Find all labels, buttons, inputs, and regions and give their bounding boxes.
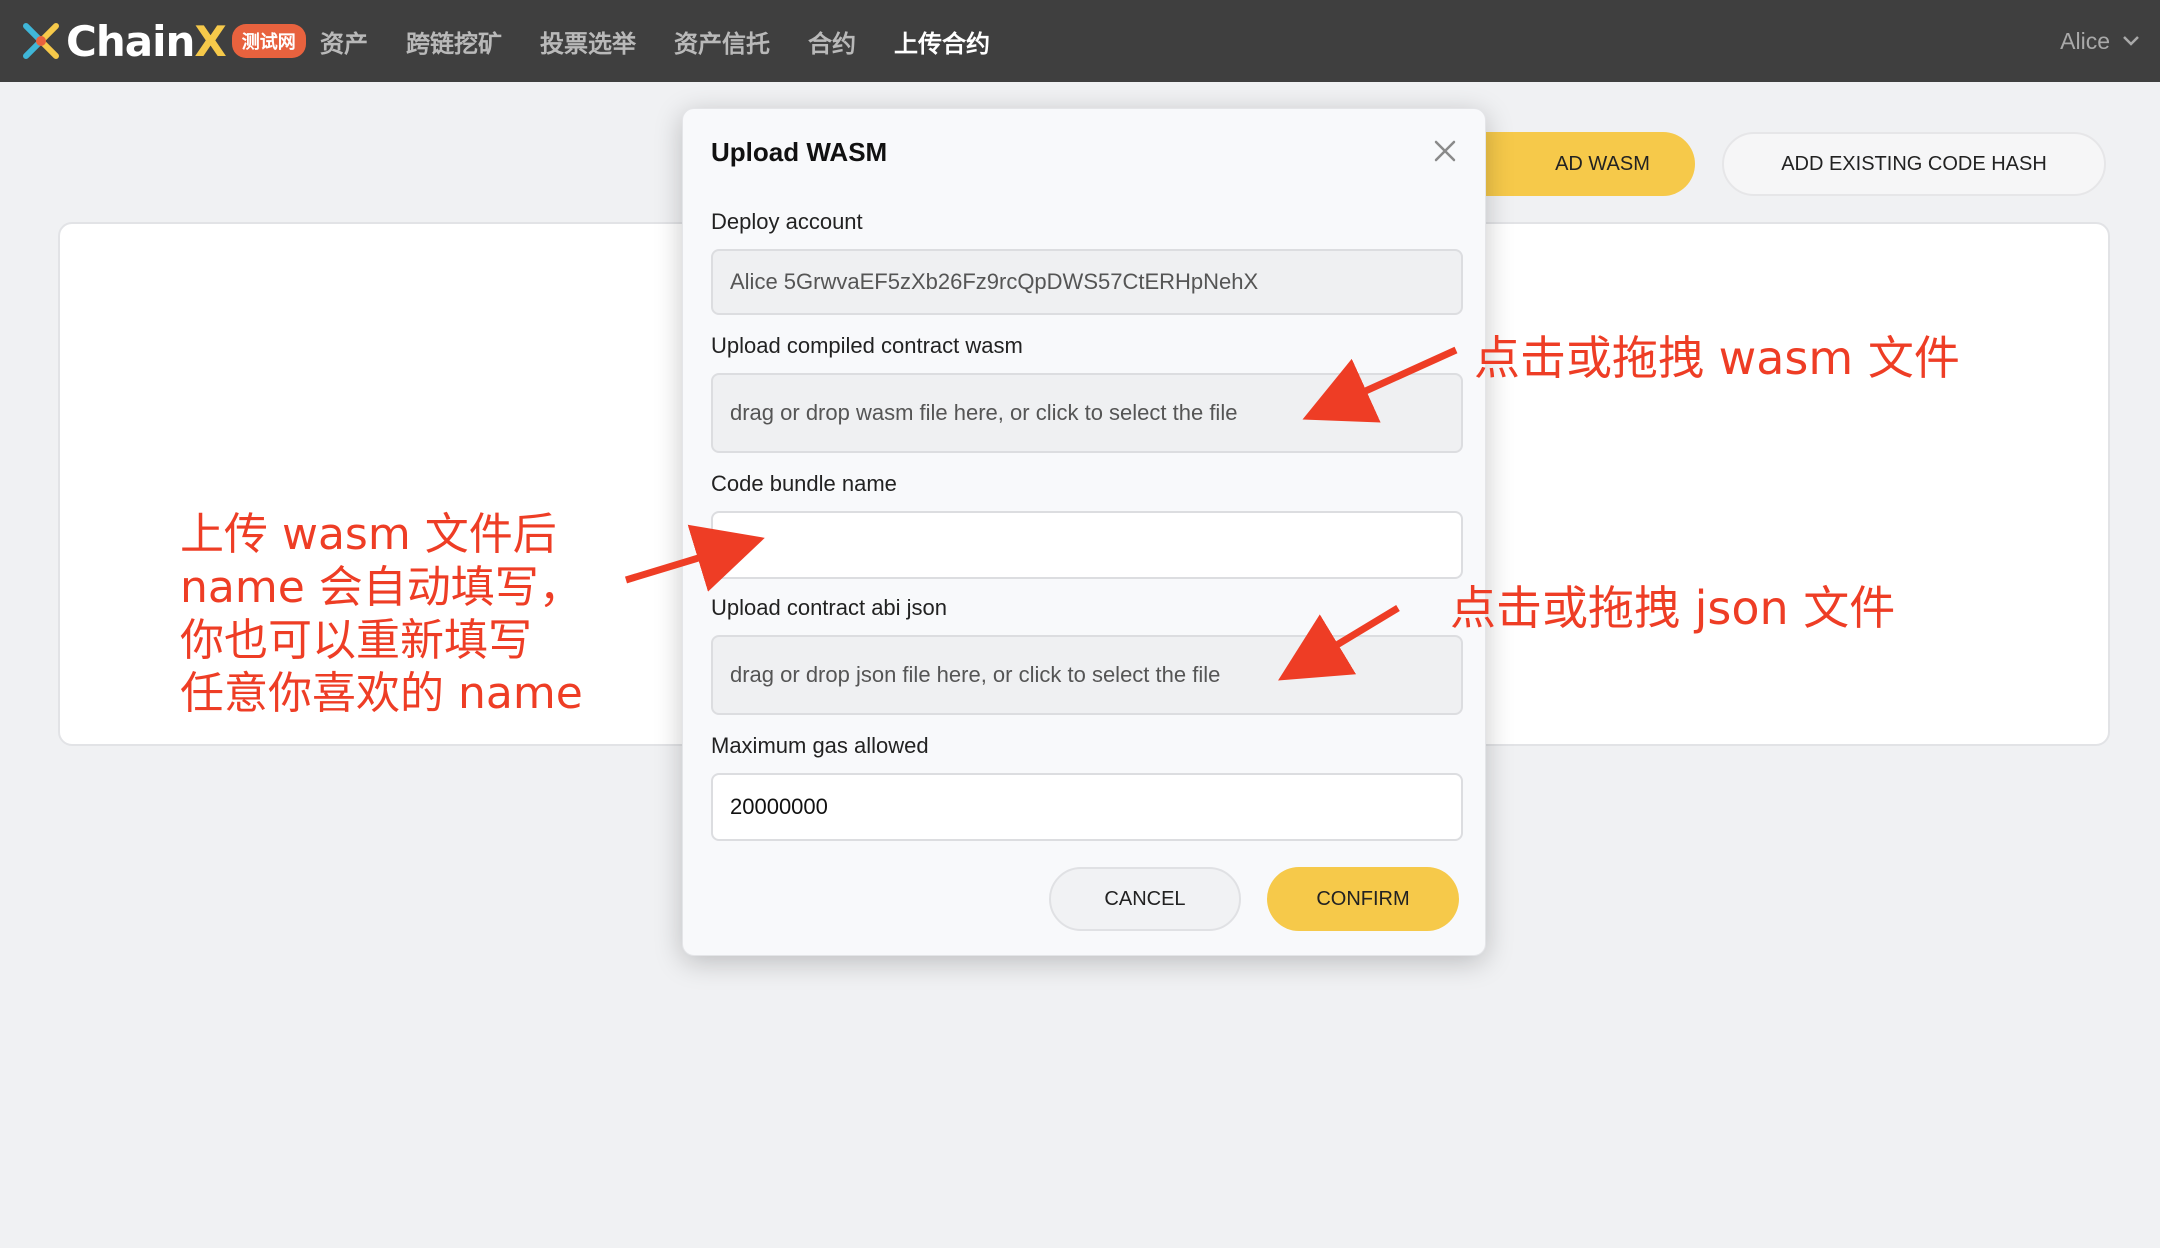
- main-nav: 资产 跨链挖矿 投票选举 资产信托 合约 上传合约: [320, 0, 1028, 82]
- testnet-badge: 测试网: [231, 24, 306, 58]
- nav-item-upload-contract[interactable]: 上传合约: [894, 24, 990, 59]
- nav-item-voting[interactable]: 投票选举: [540, 24, 636, 59]
- account-menu[interactable]: Alice: [2060, 0, 2140, 82]
- nav-item-assets[interactable]: 资产: [320, 24, 368, 59]
- cancel-button[interactable]: CANCEL: [1049, 867, 1241, 931]
- abi-json-dropzone[interactable]: drag or drop json file here, or click to…: [711, 635, 1463, 715]
- add-existing-code-hash-button[interactable]: ADD EXISTING CODE HASH: [1722, 132, 2106, 196]
- close-icon[interactable]: [1427, 133, 1463, 169]
- account-name: Alice: [2060, 27, 2110, 54]
- chainx-logo-icon: [23, 23, 59, 59]
- abi-upload-label: Upload contract abi json: [711, 595, 948, 620]
- wasm-upload-label: Upload compiled contract wasm: [711, 333, 1023, 358]
- nav-item-asset-trust[interactable]: 资产信托: [674, 24, 770, 59]
- annotation-name-hint: 上传 wasm 文件后 name 会自动填写， 你也可以重新填写 任意你喜欢的 …: [180, 509, 583, 719]
- code-bundle-name-input[interactable]: [711, 511, 1463, 579]
- nav-item-cross-chain-mining[interactable]: 跨链挖矿: [406, 24, 502, 59]
- confirm-button[interactable]: CONFIRM: [1267, 867, 1459, 931]
- annotation-wasm-hint: 点击或拖拽 wasm 文件: [1474, 331, 1960, 385]
- nav-item-contract[interactable]: 合约: [808, 24, 856, 59]
- code-bundle-name-label: Code bundle name: [711, 471, 897, 496]
- modal-title: Upload WASM: [711, 137, 888, 167]
- annotation-json-hint: 点击或拖拽 json 文件: [1450, 581, 1896, 635]
- max-gas-input[interactable]: 20000000: [711, 773, 1463, 841]
- wasm-dropzone[interactable]: drag or drop wasm file here, or click to…: [711, 373, 1463, 453]
- deploy-account-label: Deploy account: [711, 209, 863, 234]
- upload-wasm-modal: Upload WASM Deploy account Alice 5GrwvaE…: [682, 108, 1486, 956]
- chevron-down-icon: [2123, 36, 2139, 46]
- logo-text: ChainX: [66, 16, 227, 66]
- chainx-logo[interactable]: ChainX 测试网: [20, 14, 306, 68]
- top-navbar: ChainX 测试网 资产 跨链挖矿 投票选举 资产信托 合约 上传合约 Ali…: [0, 0, 2160, 82]
- deploy-account-field: Alice 5GrwvaEF5zXb26Fz9rcQpDWS57CtERHpNe…: [711, 249, 1463, 315]
- max-gas-label: Maximum gas allowed: [711, 733, 929, 758]
